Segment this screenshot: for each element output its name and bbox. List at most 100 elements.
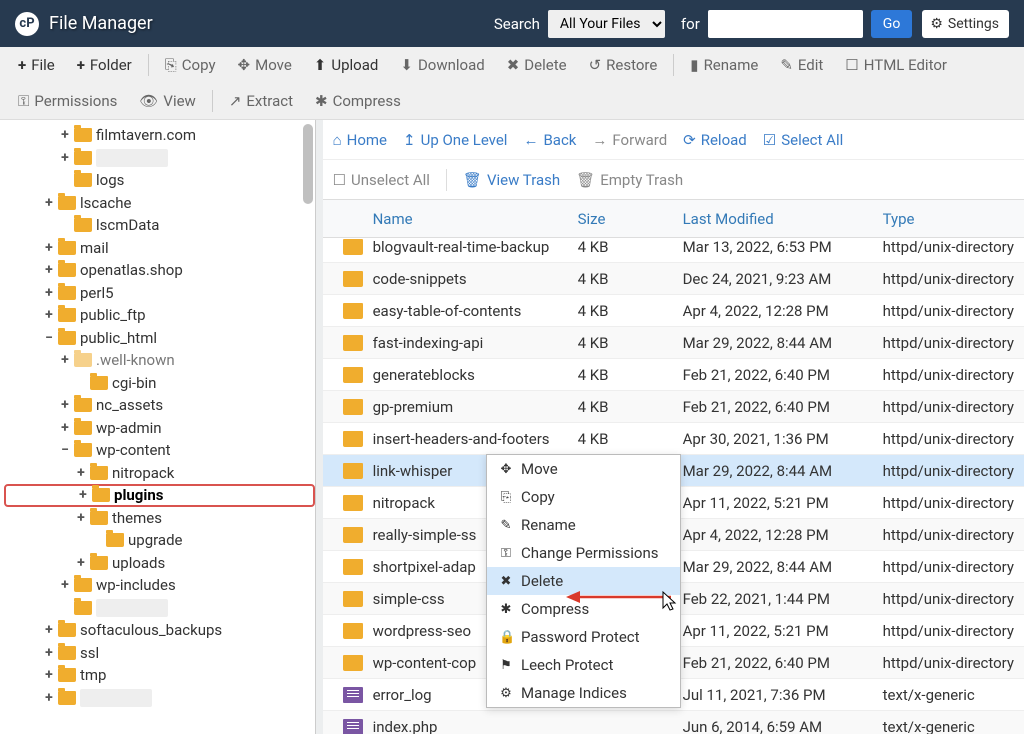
up-button[interactable]: ↥Up One Level (403, 131, 507, 149)
search-scope-select[interactable]: All Your Files (548, 10, 665, 38)
table-row[interactable]: code-snippets4 KBDec 24, 2021, 9:23 AMht… (323, 263, 1024, 295)
tree-item-logs[interactable]: logs (4, 169, 315, 192)
table-row[interactable]: index.phpJun 6, 2014, 6:59 AMtext/x-gene… (323, 711, 1024, 734)
col-name[interactable]: Name (363, 210, 568, 228)
scrollbar-handle[interactable] (303, 124, 313, 204)
tree-toggle[interactable]: + (58, 353, 72, 367)
tree-toggle[interactable]: + (74, 556, 88, 570)
tree-toggle[interactable]: + (74, 466, 88, 480)
search-input[interactable] (708, 10, 863, 38)
tree-item-redacted[interactable] (4, 597, 315, 620)
html-editor-button[interactable]: ☐HTML Editor (835, 50, 957, 80)
forward-button[interactable]: →Forward (592, 131, 667, 149)
tree-item-lscache[interactable]: +lscache (4, 192, 315, 215)
view-button[interactable]: 👁View (129, 86, 205, 116)
file-button[interactable]: +File (8, 50, 65, 80)
tree-toggle[interactable]: + (58, 421, 72, 435)
tree-item-nitropack[interactable]: +nitropack (4, 462, 315, 485)
rename-button[interactable]: ▮Rename (680, 50, 768, 80)
folder-button[interactable]: +Folder (67, 50, 142, 80)
table-row[interactable]: easy-table-of-contents4 KBApr 4, 2022, 1… (323, 295, 1024, 327)
upload-button[interactable]: ⬆Upload (304, 50, 389, 80)
tree-item-public_ftp[interactable]: +public_ftp (4, 304, 315, 327)
reload-button[interactable]: ⟳Reload (683, 131, 747, 149)
tree-toggle[interactable]: + (58, 578, 72, 592)
menu-leech-protect[interactable]: ⚑Leech Protect (487, 651, 680, 679)
tree-item-openatlas.shop[interactable]: +openatlas.shop (4, 259, 315, 282)
tree-item-perl5[interactable]: +perl5 (4, 282, 315, 305)
table-row[interactable]: insert-headers-and-footers4 KBApr 30, 20… (323, 423, 1024, 455)
restore-button[interactable]: ↺Restore (579, 50, 668, 80)
tree-item-themes[interactable]: +themes (4, 507, 315, 530)
col-modified[interactable]: Last Modified (673, 210, 873, 228)
menu-delete[interactable]: ✖Delete (487, 567, 680, 595)
tree-toggle[interactable]: + (42, 263, 56, 277)
table-row[interactable]: gp-premium4 KBFeb 21, 2022, 6:40 PMhttpd… (323, 391, 1024, 423)
extract-button[interactable]: ↗Extract (219, 86, 303, 116)
copy-button[interactable]: ⎘Copy (155, 50, 226, 80)
tree-item-softaculous_backups[interactable]: +softaculous_backups (4, 619, 315, 642)
edit-button[interactable]: ✎Edit (770, 50, 833, 80)
go-button[interactable]: Go (871, 10, 913, 38)
tree-item-nc_assets[interactable]: +nc_assets (4, 394, 315, 417)
tree-toggle[interactable]: − (42, 331, 56, 345)
folder-icon (343, 655, 363, 671)
tree-toggle[interactable]: + (74, 511, 88, 525)
tree-toggle[interactable]: + (42, 646, 56, 660)
tree-item-plugins[interactable]: +plugins (4, 484, 315, 507)
menu-copy[interactable]: ⎘Copy (487, 483, 680, 511)
tree-item-redacted[interactable]: + (4, 687, 315, 710)
tree-item-wp-admin[interactable]: +wp-admin (4, 417, 315, 440)
tree-item-tmp[interactable]: +tmp (4, 664, 315, 687)
tree-toggle[interactable]: − (58, 443, 72, 457)
tree-item-cgi-bin[interactable]: cgi-bin (4, 372, 315, 395)
tree-toggle[interactable]: + (58, 398, 72, 412)
delete-button[interactable]: ✖Delete (497, 50, 577, 80)
unselect-all-button[interactable]: ☐Unselect All (333, 171, 430, 189)
tree-toggle[interactable]: + (76, 488, 90, 502)
tree-panel[interactable]: +filmtavern.com+ logs+lscachelscmData+ma… (0, 120, 316, 734)
menu-compress[interactable]: ✱Compress (487, 595, 680, 623)
tree-toggle[interactable]: + (42, 196, 56, 210)
tree-item-redacted[interactable]: + (4, 147, 315, 170)
tree-item-upgrade[interactable]: upgrade (4, 529, 315, 552)
tree-item-lscmData[interactable]: lscmData (4, 214, 315, 237)
tree-toggle[interactable]: + (42, 286, 56, 300)
tree-item-public_html[interactable]: −public_html (4, 327, 315, 350)
table-row[interactable]: blogvault-real-time-backup4 KBMar 13, 20… (323, 231, 1024, 263)
tree-toggle[interactable]: + (58, 128, 72, 142)
tree-item-mail[interactable]: +mail (4, 237, 315, 260)
menu-move[interactable]: ✥Move (487, 455, 680, 483)
table-row[interactable]: generateblocks4 KBFeb 21, 2022, 6:40 PMh… (323, 359, 1024, 391)
tree-toggle[interactable]: + (42, 308, 56, 322)
table-row[interactable]: fast-indexing-api4 KBMar 29, 2022, 8:44 … (323, 327, 1024, 359)
permissions-button[interactable]: ⚿Permissions (8, 86, 127, 116)
menu-rename[interactable]: ✎Rename (487, 511, 680, 539)
home-button[interactable]: ⌂Home (333, 131, 387, 149)
tree-item-.well-known[interactable]: +.well-known (4, 349, 315, 372)
tree-toggle[interactable]: + (42, 241, 56, 255)
view-trash-button[interactable]: 🗑View Trash (463, 171, 560, 189)
menu-password-protect[interactable]: 🔒Password Protect (487, 623, 680, 651)
tree-toggle[interactable]: + (58, 151, 72, 165)
menu-manage-indices[interactable]: ⚙Manage Indices (487, 679, 680, 707)
tree-item-filmtavern.com[interactable]: +filmtavern.com (4, 124, 303, 147)
tree-item-ssl[interactable]: +ssl (4, 642, 315, 665)
empty-trash-button[interactable]: 🗑Empty Trash (576, 171, 683, 189)
tree-item-wp-content[interactable]: −wp-content (4, 439, 315, 462)
tree-toggle[interactable]: + (42, 623, 56, 637)
settings-button[interactable]: ⚙Settings (922, 10, 1009, 38)
menu-change-permissions[interactable]: ⚿Change Permissions (487, 539, 680, 567)
col-size[interactable]: Size (568, 210, 673, 228)
tree-item-wp-includes[interactable]: +wp-includes (4, 574, 315, 597)
select-all-button[interactable]: ☑Select All (763, 131, 843, 149)
col-type[interactable]: Type (873, 210, 1024, 228)
tree-item-uploads[interactable]: +uploads (4, 552, 315, 575)
restore-icon: ↺ (589, 56, 602, 74)
move-button[interactable]: ✥Move (228, 50, 302, 80)
back-button[interactable]: ←Back (523, 131, 576, 149)
compress-button[interactable]: ✱Compress (305, 86, 411, 116)
download-button[interactable]: ⬇Download (390, 50, 494, 80)
tree-toggle[interactable]: + (42, 668, 56, 682)
tree-toggle[interactable]: + (42, 691, 56, 705)
